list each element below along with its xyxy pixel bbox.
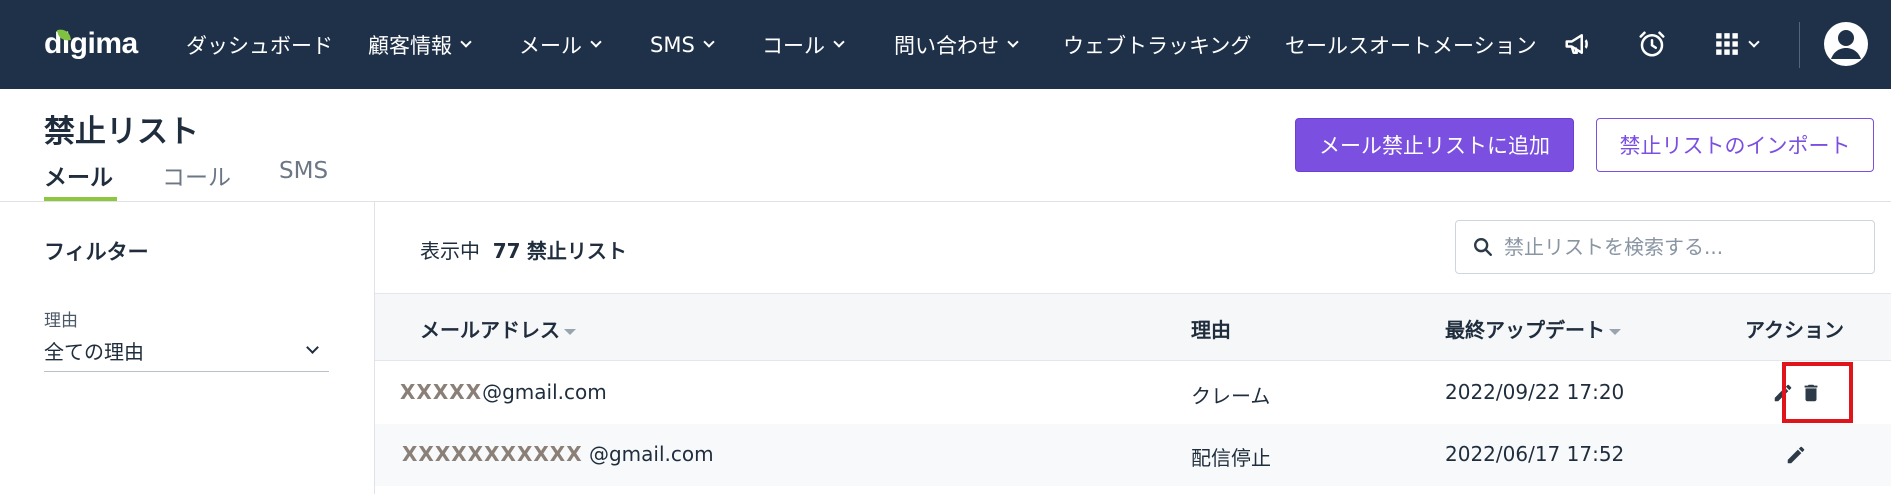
- email-cell: XXXXX@gmail.com: [400, 380, 607, 404]
- user-avatar-icon[interactable]: [1822, 20, 1870, 68]
- column-header-label: 最終アップデート: [1445, 318, 1605, 342]
- table-row: XXXXXXXXXXX @gmail.com 配信停止 2022/06/17 1…: [375, 424, 1891, 486]
- top-navigation: digima ダッシュボード 顧客情報 メール SMS コール 問い合わせ ウェ…: [0, 0, 1891, 89]
- email-cell: XXXXXXXXXXX @gmail.com: [402, 442, 714, 466]
- chevron-down-icon: [590, 36, 602, 48]
- nav-item-label: 顧客情報: [368, 33, 452, 58]
- highlight-annotation-box: [1782, 362, 1853, 423]
- chevron-down-icon: [703, 36, 715, 48]
- column-header-label: メールアドレス: [420, 318, 560, 342]
- digima-logo[interactable]: digima: [44, 26, 138, 62]
- chevron-down-icon: [1007, 36, 1019, 48]
- nav-item-mail[interactable]: メール: [519, 0, 602, 89]
- chevron-down-icon: [833, 36, 845, 48]
- apps-grid-icon[interactable]: [1714, 26, 1774, 62]
- updated-cell: 2022/09/22 17:20: [1445, 380, 1625, 404]
- reason-filter-select[interactable]: 全ての理由: [44, 330, 329, 372]
- megaphone-icon[interactable]: [1560, 26, 1596, 62]
- reason-filter-value: 全ての理由: [44, 340, 144, 364]
- email-domain: @gmail.com: [482, 380, 607, 404]
- add-mail-blocklist-button[interactable]: メール禁止リストに追加: [1295, 118, 1574, 172]
- chevron-down-icon: [460, 36, 472, 48]
- count-suffix: 禁止リスト: [526, 239, 627, 263]
- page-title: 禁止リスト: [44, 114, 199, 150]
- nav-item-label: 問い合わせ: [894, 33, 999, 58]
- nav-item-web-tracking[interactable]: ウェブトラッキング: [1063, 0, 1251, 89]
- tab-mail[interactable]: メール: [44, 158, 113, 192]
- column-header-actions: アクション: [1745, 314, 1844, 343]
- edit-pencil-icon[interactable]: [1781, 440, 1811, 470]
- count-prefix: 表示中: [420, 239, 480, 263]
- sort-down-icon: [564, 328, 576, 335]
- masked-email-local: XXXXX: [400, 380, 483, 404]
- nav-item-label: コール: [762, 33, 825, 58]
- table-header: メールアドレス 理由 最終アップデート アクション: [375, 293, 1891, 361]
- nav-item-sales-automation[interactable]: セールスオートメーション: [1285, 0, 1537, 89]
- alarm-clock-icon[interactable]: [1634, 26, 1670, 62]
- count-number: 77: [492, 239, 521, 263]
- nav-item-call[interactable]: コール: [762, 0, 845, 89]
- filter-title: フィルター: [44, 240, 149, 264]
- email-domain: @gmail.com: [582, 442, 714, 466]
- nav-item-label: ダッシュボード: [186, 33, 333, 58]
- chevron-down-icon: [1748, 35, 1760, 48]
- chevron-down-icon: [306, 341, 319, 354]
- nav-divider: [1799, 22, 1800, 68]
- nav-item-label: ウェブトラッキング: [1063, 33, 1252, 58]
- column-header-label: 理由: [1191, 318, 1231, 342]
- column-header-email[interactable]: メールアドレス: [420, 314, 576, 343]
- tab-call[interactable]: コール: [162, 158, 231, 192]
- reason-cell: 配信停止: [1191, 446, 1271, 470]
- tab-sms[interactable]: SMS: [279, 158, 328, 184]
- nav-item-customers[interactable]: 顧客情報: [368, 0, 472, 89]
- nav-item-label: SMS: [650, 32, 695, 57]
- nav-item-inquiries[interactable]: 問い合わせ: [894, 0, 1019, 89]
- column-header-reason: 理由: [1191, 314, 1231, 343]
- table-row: XXXXX@gmail.com クレーム 2022/09/22 17:20: [375, 362, 1891, 424]
- masked-email-local: XXXXXXXXXXX: [402, 442, 583, 466]
- reason-filter-label: 理由: [44, 311, 78, 331]
- nav-item-sms[interactable]: SMS: [650, 0, 715, 89]
- search-input[interactable]: [1504, 235, 1854, 259]
- search-icon: [1474, 238, 1492, 256]
- nav-item-label: メール: [519, 33, 582, 58]
- header-divider: [0, 201, 1891, 202]
- sort-down-icon: [1609, 328, 1621, 335]
- reason-cell: クレーム: [1191, 384, 1271, 408]
- column-header-label: アクション: [1745, 318, 1844, 342]
- result-count: 表示中 77 禁止リスト: [420, 235, 627, 264]
- updated-cell: 2022/06/17 17:52: [1445, 442, 1625, 466]
- search-box: [1455, 220, 1875, 274]
- column-header-updated[interactable]: 最終アップデート: [1445, 314, 1621, 343]
- import-blocklist-button[interactable]: 禁止リストのインポート: [1596, 118, 1874, 172]
- nav-item-dashboard[interactable]: ダッシュボード: [186, 0, 333, 89]
- nav-item-label: セールスオートメーション: [1285, 33, 1537, 58]
